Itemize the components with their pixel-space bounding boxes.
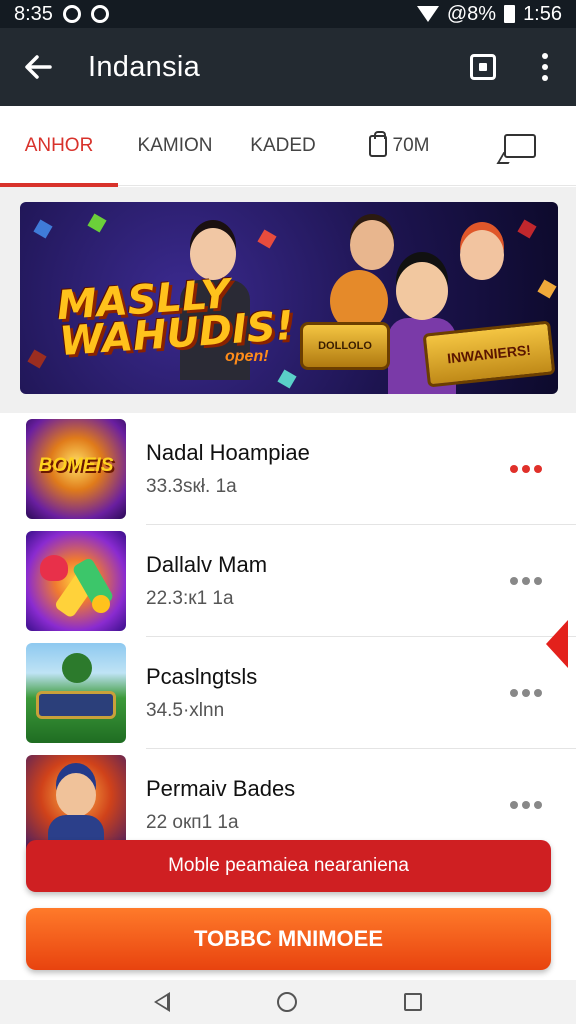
square-button[interactable] bbox=[452, 28, 514, 106]
tab-chat[interactable] bbox=[464, 106, 576, 186]
tab-kaded[interactable]: KADED bbox=[232, 106, 334, 186]
thumbnail-text: BOMEIS bbox=[38, 455, 114, 476]
character-face bbox=[350, 220, 394, 270]
item-title: Pcaslngtsls bbox=[146, 664, 258, 689]
more-vert-icon bbox=[542, 53, 548, 81]
list-item[interactable]: Pcaslngtsls 34.5·xlnn bbox=[0, 637, 576, 749]
tab-label: KADED bbox=[250, 134, 316, 156]
item-subtitle: 22.3:к1 1a bbox=[146, 588, 234, 609]
app-bar: Indansia bbox=[0, 28, 576, 106]
tab-kamion[interactable]: KAMION bbox=[118, 106, 232, 186]
battery-icon bbox=[504, 5, 516, 23]
status-time-left: 8:35 bbox=[14, 2, 53, 25]
list-item[interactable]: Dallalv Mam 22.3:к1 1a bbox=[0, 525, 576, 637]
item-subtitle: 34.5·xlnn bbox=[146, 700, 225, 721]
list-item[interactable]: BOMEIS Nadal Hoampiae 33.3sкł. 1а bbox=[0, 413, 576, 525]
primary-action-button[interactable]: TOBBC MNIMOEE bbox=[26, 908, 551, 970]
tab-bar: ANHOR KAMION KADED 70M bbox=[0, 106, 576, 187]
game-thumbnail bbox=[26, 531, 126, 631]
game-thumbnail: BOMEIS bbox=[26, 419, 126, 519]
side-tab-indicator[interactable] bbox=[546, 620, 568, 668]
item-subtitle: 22 окп1 1a bbox=[146, 812, 239, 833]
chat-icon bbox=[504, 133, 536, 158]
tab-label: 70M bbox=[392, 134, 430, 156]
heart-icon bbox=[40, 555, 68, 581]
item-title: Permaiv Bades bbox=[146, 776, 296, 801]
promo-banner[interactable]: MASLLY WAHUDIS! open! DOLLOLO INWANIERS! bbox=[20, 202, 558, 394]
status-time-right: 1:56 bbox=[523, 2, 562, 25]
character-face bbox=[460, 230, 504, 280]
battery-text: @8% bbox=[446, 2, 497, 25]
chest-icon bbox=[36, 691, 116, 719]
square-icon bbox=[470, 54, 496, 80]
more-horiz-icon[interactable] bbox=[496, 785, 556, 825]
notification-toast[interactable]: Moble peamaiea nearaniena bbox=[26, 840, 551, 892]
nav-back-icon[interactable] bbox=[153, 992, 170, 1012]
coin-icon bbox=[92, 595, 110, 613]
game-list: BOMEIS Nadal Hoampiae 33.3sкł. 1а Dallal… bbox=[0, 413, 576, 861]
page-title: Indansia bbox=[88, 50, 201, 83]
circle-icon bbox=[62, 5, 81, 23]
more-horiz-icon[interactable] bbox=[496, 673, 556, 713]
banner-subtitle: open! bbox=[225, 348, 269, 365]
character-face bbox=[396, 262, 448, 320]
navigation-icon bbox=[90, 5, 109, 23]
tab-label: KAMION bbox=[137, 134, 213, 156]
arrow-left-icon bbox=[25, 55, 52, 79]
item-title: Nadal Hoampiae bbox=[146, 440, 310, 465]
nav-home-icon[interactable] bbox=[276, 992, 297, 1012]
wifi-icon bbox=[416, 6, 439, 22]
system-nav-bar bbox=[0, 980, 576, 1024]
item-subtitle: 33.3sкł. 1а bbox=[146, 476, 237, 497]
tab-label: ANHOR bbox=[24, 134, 94, 156]
tab-anhor[interactable]: ANHOR bbox=[0, 106, 118, 187]
back-button[interactable] bbox=[0, 28, 76, 106]
item-title: Dallalv Mam bbox=[146, 552, 268, 577]
banner-badge-left: DOLLOLO bbox=[300, 322, 390, 370]
status-bar: 8:35 @8% 1:56 bbox=[0, 0, 576, 28]
bag-icon bbox=[368, 130, 387, 157]
tab-70m[interactable]: 70M bbox=[334, 106, 464, 186]
more-options-button[interactable] bbox=[514, 28, 576, 106]
banner-area: MASLLY WAHUDIS! open! DOLLOLO INWANIERS! bbox=[0, 187, 576, 413]
nav-recent-icon[interactable] bbox=[404, 993, 423, 1011]
game-thumbnail bbox=[26, 643, 126, 743]
banner-title: MASLLY WAHUDIS! bbox=[55, 271, 295, 365]
more-horiz-icon[interactable] bbox=[496, 449, 556, 489]
more-horiz-icon[interactable] bbox=[496, 561, 556, 601]
